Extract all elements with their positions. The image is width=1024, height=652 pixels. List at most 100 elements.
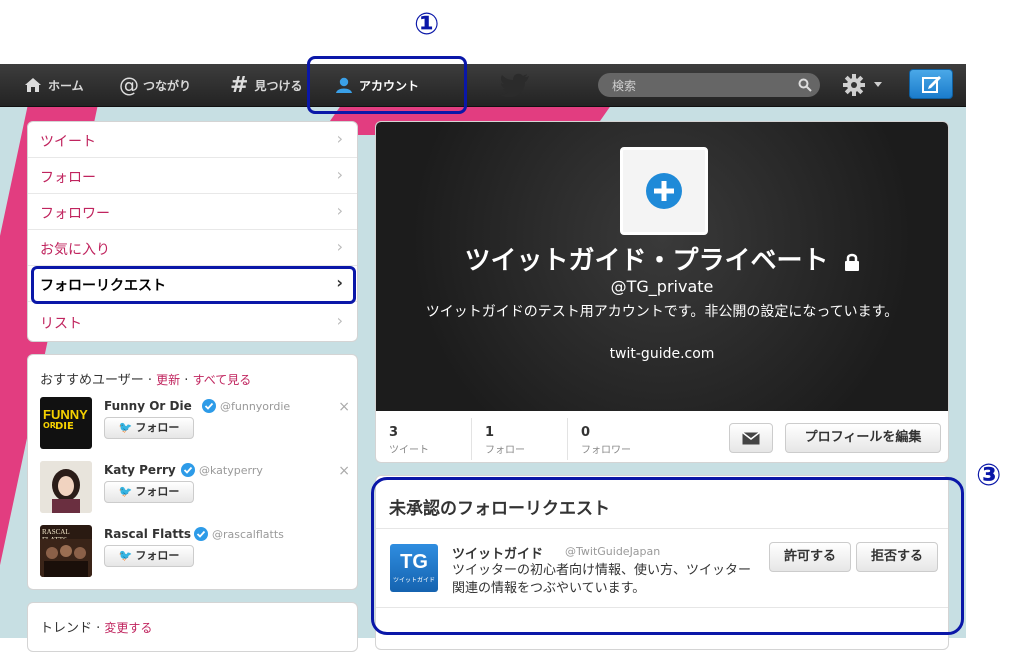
envelope-icon — [742, 432, 760, 445]
annotation-mark-3: ③ — [976, 458, 1002, 493]
lock-icon — [844, 253, 859, 271]
profile-url[interactable]: twit-guide.com — [376, 346, 948, 362]
search-placeholder: 検索 — [612, 79, 637, 93]
user-handle: @rascalflatts — [212, 528, 284, 541]
twitter-bird-icon: 🐦 — [118, 549, 133, 562]
edit-profile-button[interactable]: プロフィールを編集 — [785, 423, 941, 453]
twitter-bird-icon: 🐦 — [118, 421, 133, 434]
user-name[interactable]: Funny Or Die — [104, 399, 192, 413]
avatar-text: TG — [400, 551, 428, 573]
follow-button-label: フォロー — [135, 485, 180, 498]
home-icon — [25, 78, 41, 92]
nav-home[interactable]: ホーム — [24, 64, 84, 106]
requester-name[interactable]: ツイットガイド — [452, 543, 543, 562]
add-photo-icon — [646, 173, 682, 209]
view-all-link[interactable]: すべて見る — [193, 373, 252, 387]
top-navigation-bar: ホーム @ つながり # 見つける アカウント — [0, 64, 966, 107]
chevron-right-icon: › — [336, 273, 343, 292]
change-trends-link[interactable]: 変更する — [104, 621, 152, 635]
compose-icon — [922, 76, 941, 93]
menu-item-label: フォローリクエスト — [40, 278, 166, 294]
trends-heading: トレンド — [40, 621, 93, 636]
who-to-follow-heading: おすすめユーザー — [40, 373, 144, 388]
nav-discover[interactable]: # 見つける — [230, 64, 302, 106]
verified-icon — [202, 399, 216, 413]
menu-item-label: ツイート — [40, 134, 96, 150]
avatar-text: ツイットガイド — [392, 577, 435, 584]
person-icon — [336, 77, 352, 93]
close-icon[interactable]: × — [338, 463, 350, 479]
search-icon[interactable] — [798, 78, 812, 92]
avatar[interactable]: RASCAL FLATTS — [40, 525, 92, 577]
separator: · — [180, 373, 193, 388]
gear-icon[interactable] — [843, 74, 865, 96]
avatar[interactable]: TG ツイットガイド — [390, 544, 438, 592]
menu-item-follow-requests[interactable]: フォローリクエスト › — [28, 266, 357, 302]
annotation-mark-1: ① — [414, 7, 440, 42]
follow-button[interactable]: 🐦 フォロー — [104, 545, 194, 567]
accept-request-button[interactable]: 許可する — [769, 542, 851, 572]
stat-following[interactable]: 1 フォロー — [485, 425, 525, 456]
profile-name: ツイットガイド・プライベート — [376, 240, 948, 277]
requester-handle: @TwitGuideJapan — [565, 545, 661, 558]
chevron-right-icon: › — [336, 311, 343, 330]
nav-account[interactable]: アカウント — [335, 64, 419, 106]
profile-name-text: ツイットガイド・プライベート — [464, 246, 829, 276]
search-input[interactable]: 検索 — [598, 73, 820, 97]
menu-item-favorites[interactable]: お気に入り › — [28, 230, 357, 266]
chevron-right-icon: › — [336, 129, 343, 148]
close-icon[interactable]: × — [338, 399, 350, 415]
avatar[interactable]: FUNNY OR DIE — [40, 397, 92, 449]
menu-item-followers[interactable]: フォロワー › — [28, 194, 357, 230]
trends-title: トレンド · 変更する — [40, 617, 152, 636]
decline-request-button[interactable]: 拒否する — [856, 542, 938, 572]
direct-message-button[interactable] — [729, 423, 773, 453]
nav-connect-label: つながり — [143, 78, 192, 93]
requester-bio: ツイッターの初心者向け情報、使い方、ツイッター関連の情報をつぶやいています。 — [452, 563, 752, 596]
trends-panel: トレンド · 変更する — [27, 602, 358, 652]
nav-account-label: アカウント — [359, 78, 420, 93]
follow-button-label: フォロー — [135, 421, 180, 434]
follow-button[interactable]: 🐦 フォロー — [104, 481, 194, 503]
chevron-down-icon[interactable] — [874, 82, 882, 88]
suggested-user: RASCAL FLATTS Rascal Flatts @rascalflatt… — [40, 525, 350, 583]
stat-tweets[interactable]: 3 ツイート — [389, 425, 429, 456]
pending-requests-title: 未承認のフォローリクエスト — [389, 499, 610, 519]
stat-followers[interactable]: 0 フォロワー — [581, 425, 631, 456]
nav-connect[interactable]: @ つながり — [119, 64, 191, 106]
chevron-right-icon: › — [336, 201, 343, 220]
user-handle: @funnyordie — [220, 400, 291, 413]
menu-item-tweets[interactable]: ツイート › — [28, 122, 357, 158]
stat-value: 0 — [581, 425, 591, 440]
menu-item-lists[interactable]: リスト › — [28, 304, 357, 340]
at-icon: @ — [119, 73, 139, 97]
menu-item-label: フォロー — [40, 170, 96, 186]
user-name[interactable]: Rascal Flatts — [104, 527, 191, 541]
twitter-bird-icon: 🐦 — [118, 485, 133, 498]
hash-icon: # — [230, 72, 249, 98]
avatar[interactable] — [620, 147, 708, 235]
avatar-text: FUNNY — [43, 407, 88, 422]
compose-tweet-button[interactable] — [909, 69, 953, 99]
avatar[interactable] — [40, 461, 92, 513]
suggested-user: Katy Perry @katyperry 🐦 フォロー × — [40, 461, 350, 519]
refresh-link[interactable]: 更新 — [156, 373, 180, 387]
menu-item-label: お気に入り — [40, 242, 110, 258]
follow-button[interactable]: 🐦 フォロー — [104, 417, 194, 439]
stat-label: フォロワー — [581, 445, 631, 456]
profile-bio: ツイットガイドのテスト用アカウントです。非公開の設定になっています。 — [425, 304, 899, 320]
twitter-bird-icon — [500, 73, 529, 97]
stat-label: ツイート — [389, 445, 429, 456]
menu-item-label: フォロワー — [40, 206, 110, 222]
suggested-user: FUNNY OR DIE Funny Or Die @funnyordie 🐦 フ… — [40, 397, 350, 455]
who-to-follow-title: おすすめユーザー · 更新 · すべて見る — [40, 369, 251, 388]
profile-header: ツイットガイド・プライベート @TG_private ツイットガイドのテスト用ア… — [376, 122, 948, 411]
who-to-follow-panel: おすすめユーザー · 更新 · すべて見る FUNNY OR DIE Funny… — [27, 354, 358, 590]
stat-value: 3 — [389, 425, 399, 440]
chevron-right-icon: › — [336, 237, 343, 256]
avatar-photo — [40, 461, 92, 513]
profile-card: ツイットガイド・プライベート @TG_private ツイットガイドのテスト用ア… — [375, 121, 949, 463]
menu-item-following[interactable]: フォロー › — [28, 158, 357, 194]
user-name[interactable]: Katy Perry — [104, 463, 176, 477]
avatar-photo — [40, 539, 92, 577]
